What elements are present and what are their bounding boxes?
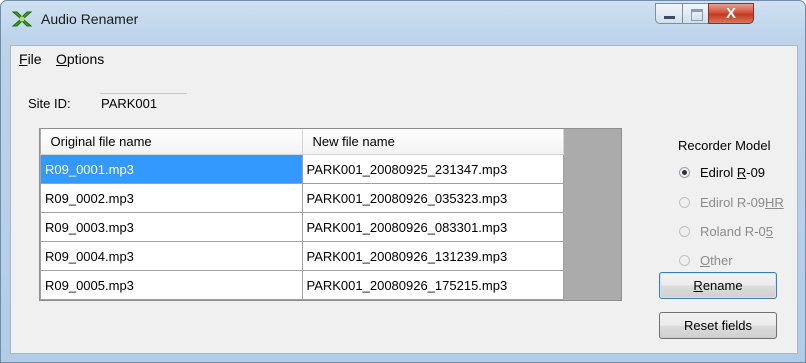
original-name-cell[interactable]: R09_0004.mp3 [40, 241, 303, 271]
grid-header-row: Original file name New file name [40, 129, 564, 155]
audio-renamer-app-icon [11, 11, 33, 27]
column-header-original[interactable]: Original file name [40, 129, 303, 155]
table-row[interactable]: R09_0005.mp3 PARK001_20080926_175215.mp3 [40, 270, 564, 300]
rename-button-accel: R [693, 278, 703, 293]
menu-options[interactable]: Options [56, 51, 104, 67]
close-icon: X [725, 5, 736, 22]
site-id-value[interactable]: PARK001 [101, 96, 157, 111]
column-header-new[interactable]: New file name [302, 129, 564, 155]
radio-indicator[interactable] [679, 197, 690, 208]
menu-file-rest: ile [27, 51, 42, 67]
radio-label-pre: Edirol R-09 [700, 195, 766, 210]
original-name-cell[interactable]: R09_0002.mp3 [40, 183, 303, 213]
radio-label-accel: O [700, 253, 711, 268]
radio-indicator[interactable] [679, 226, 690, 237]
menu-file[interactable]: File [19, 51, 42, 67]
radio-label-accel: HR [765, 195, 784, 210]
rename-button-rest: ename [702, 278, 743, 293]
rename-button[interactable]: Rename [659, 272, 777, 299]
file-grid[interactable]: Original file name New file name R09_000… [39, 128, 622, 301]
table-row[interactable]: R09_0004.mp3 PARK001_20080926_131239.mp3 [40, 241, 564, 271]
new-name-cell[interactable]: PARK001_20080926_131239.mp3 [301, 241, 564, 271]
radio-indicator[interactable] [679, 255, 690, 266]
new-name-cell[interactable]: PARK001_20080926_035323.mp3 [301, 183, 564, 213]
window-title: Audio Renamer [41, 11, 139, 27]
menu-bar: File Options [11, 46, 797, 70]
reset-fields-button[interactable]: Reset fields [659, 312, 777, 339]
radio-label-pre: Edirol [700, 165, 737, 180]
recorder-model-label: Recorder Model [678, 138, 771, 153]
close-button[interactable]: X [708, 3, 754, 24]
new-name-cell[interactable]: PARK001_20080926_175215.mp3 [301, 270, 564, 300]
new-name-cell[interactable]: PARK001_20080926_083301.mp3 [301, 212, 564, 242]
radio-label-accel: 5 [765, 224, 773, 239]
new-name-cell[interactable]: PARK001_20080925_231347.mp3 [301, 154, 564, 184]
menu-options-accel: O [56, 51, 67, 67]
client-area: File Options Site ID: PARK001 Original f… [10, 45, 798, 354]
radio-label-post: -09 [746, 165, 766, 180]
radio-label-post: ther [710, 253, 733, 268]
original-name-cell[interactable]: R09_0005.mp3 [40, 270, 303, 300]
table-row[interactable]: R09_0001.mp3 PARK001_20080925_231347.mp3 [40, 154, 564, 184]
table-row[interactable]: R09_0002.mp3 PARK001_20080926_035323.mp3 [40, 183, 564, 213]
site-id-divider [100, 93, 187, 94]
title-bar[interactable]: Audio Renamer X [1, 1, 805, 37]
menu-options-rest: ptions [66, 51, 105, 67]
table-row[interactable]: R09_0003.mp3 PARK001_20080926_083301.mp3 [40, 212, 564, 242]
original-name-cell[interactable]: R09_0003.mp3 [40, 212, 303, 242]
minimize-button[interactable] [655, 3, 683, 24]
maximize-button[interactable] [682, 3, 709, 24]
radio-label-pre: Roland R-0 [700, 224, 766, 239]
radio-label-accel: R [736, 165, 747, 180]
maximize-icon [691, 9, 703, 21]
minimize-icon [664, 16, 675, 19]
file-table: Original file name New file name R09_000… [40, 129, 564, 300]
app-window: Audio Renamer X File Options Site ID: PA… [0, 0, 806, 363]
site-id-label: Site ID: [28, 96, 71, 111]
menu-file-accel: F [19, 51, 28, 67]
radio-indicator-selected[interactable] [679, 167, 690, 178]
original-name-cell[interactable]: R09_0001.mp3 [40, 154, 303, 184]
